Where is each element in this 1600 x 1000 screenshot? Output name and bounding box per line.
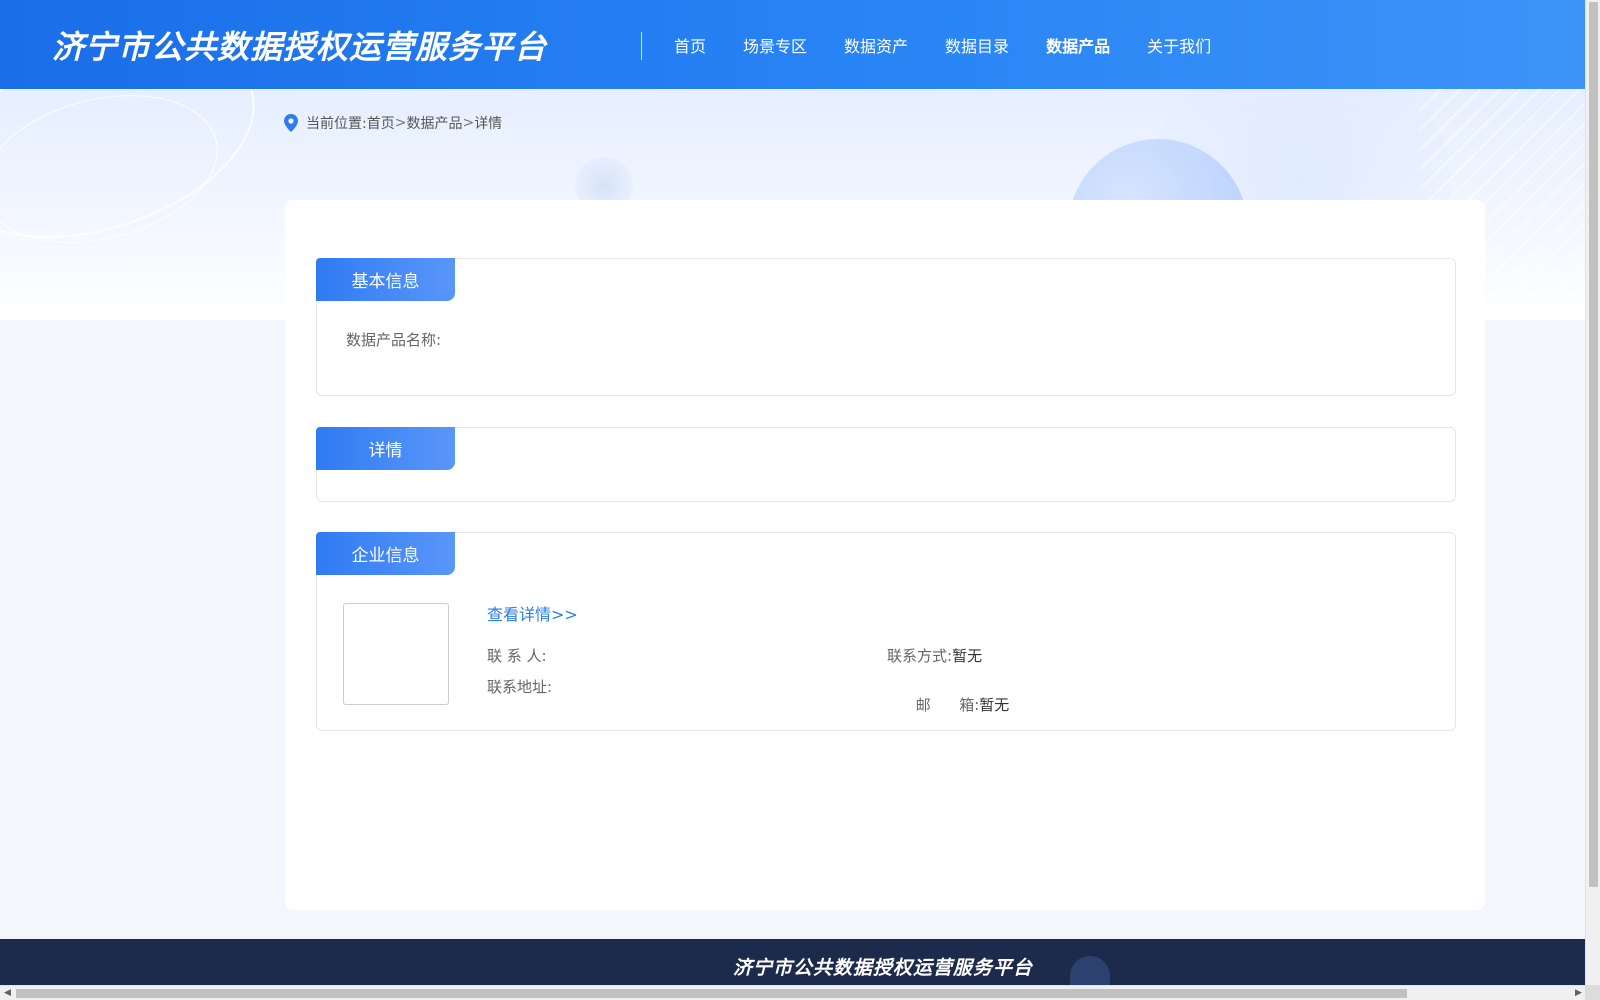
vertical-scrollbar[interactable] [1585, 0, 1600, 985]
contact-person-field: 联 系 人: [487, 647, 547, 665]
basic-info-section: 基本信息 数据产品名称: [316, 258, 1456, 396]
breadcrumb: 当前位置: 首页 > 数据产品 > 详情 [284, 113, 502, 133]
email-field: 邮 箱:暂无 [915, 696, 1010, 714]
horizontal-scrollbar-thumb[interactable] [16, 989, 1407, 998]
footer-site-title: 济宁市公共数据授权运营服务平台 [733, 957, 1034, 979]
breadcrumb-separator: > [462, 115, 475, 131]
nav-item-scenarios[interactable]: 场景专区 [743, 33, 807, 57]
breadcrumb-data-products[interactable]: 数据产品 [406, 113, 462, 133]
section-title: 详情 [316, 427, 455, 470]
breadcrumb-separator: > [394, 115, 407, 131]
company-logo [343, 603, 449, 705]
email-value: 暂无 [979, 696, 1010, 714]
location-pin-icon [284, 114, 298, 132]
footer: 济宁市公共数据授权运营服务平台 [0, 939, 1585, 985]
contact-method-field: 联系方式:暂无 [887, 647, 983, 665]
nav-item-data-catalog[interactable]: 数据目录 [945, 33, 1009, 57]
vertical-scrollbar-thumb[interactable] [1589, 2, 1598, 887]
header: 济宁市公共数据授权运营服务平台 首页 场景专区 数据资产 数据目录 数据产品 关… [0, 0, 1585, 89]
scroll-right-arrow-icon[interactable]: ▶ [1575, 989, 1582, 998]
nav-item-home[interactable]: 首页 [674, 33, 706, 57]
product-name-label: 数据产品名称: [346, 331, 442, 349]
view-details-link[interactable]: 查看详情>> [487, 601, 578, 625]
company-info-section: 企业信息 查看详情>> 联 系 人: 联系方式:暂无 联系地址: 邮 箱:暂无 [316, 532, 1456, 731]
header-divider [641, 32, 642, 60]
scrollbar-corner [1585, 985, 1600, 1000]
site-title[interactable]: 济宁市公共数据授权运营服务平台 [52, 22, 547, 68]
contact-method-value: 暂无 [952, 647, 983, 665]
breadcrumb-prefix: 当前位置: [306, 116, 367, 132]
contact-address-field: 联系地址: [487, 678, 553, 696]
horizontal-scrollbar[interactable]: ◀ ▶ [0, 985, 1600, 1000]
detail-section: 详情 [316, 427, 1456, 502]
main-nav: 首页 场景专区 数据资产 数据目录 数据产品 关于我们 [674, 0, 1248, 89]
section-title: 企业信息 [316, 532, 455, 575]
breadcrumb-home[interactable]: 首页 [367, 113, 395, 133]
section-title: 基本信息 [316, 258, 455, 301]
breadcrumb-current: 详情 [474, 116, 503, 132]
footer-emblem-icon [1070, 956, 1110, 985]
detail-card: 基本信息 数据产品名称: 详情 企业信息 查看详情>> 联 系 人: 联系方式:… [285, 200, 1485, 910]
nav-item-data-assets[interactable]: 数据资产 [844, 33, 908, 57]
nav-item-data-products[interactable]: 数据产品 [1046, 33, 1110, 57]
scroll-left-arrow-icon[interactable]: ◀ [4, 989, 11, 998]
nav-item-about-us[interactable]: 关于我们 [1147, 33, 1211, 57]
